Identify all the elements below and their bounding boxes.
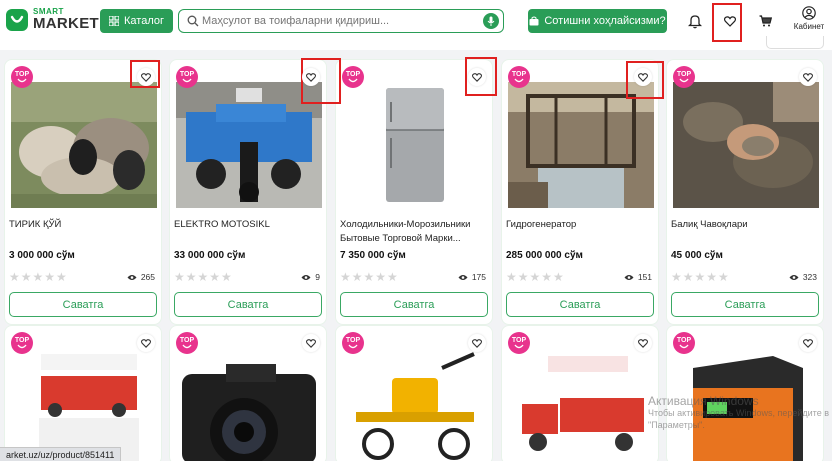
rating-stars: ★★★★★ [174, 270, 233, 284]
product-price: 285 000 000 сўм [506, 250, 583, 261]
add-to-cart-button[interactable]: Саватга [506, 292, 654, 317]
view-count: 323 [789, 272, 817, 282]
product-title[interactable]: Гидрогенератор [506, 218, 656, 232]
product-card[interactable]: TOP [169, 325, 327, 461]
product-price: 7 350 000 сўм [340, 250, 406, 261]
add-to-cart-button[interactable]: Саватга [174, 292, 322, 317]
site-logo[interactable]: SMART MARKET [6, 8, 99, 31]
add-to-cart-button[interactable]: Саватга [9, 292, 157, 317]
product-image[interactable] [508, 82, 654, 208]
product-title[interactable]: Холодильники-Морозильники Бытовые Торгов… [340, 218, 490, 246]
product-image[interactable] [342, 348, 488, 461]
favorite-heart-icon[interactable] [634, 68, 652, 86]
bag-icon [529, 16, 539, 26]
product-image[interactable] [176, 348, 322, 461]
product-price: 33 000 000 сўм [174, 250, 246, 261]
product-card[interactable]: TOP [501, 325, 659, 461]
favorite-heart-icon[interactable] [799, 68, 817, 86]
product-card[interactable]: TOP ТИРИК ҚЎЙ 3 000 000 сўм ★★★★★ 265 Са… [4, 59, 162, 325]
catalog-label: Каталог [124, 15, 164, 27]
search-icon [187, 15, 199, 27]
top-header: SMART MARKET Каталог Сотишни хоҳлайсизми… [0, 0, 832, 42]
cart-icon [759, 15, 772, 27]
add-to-cart-button[interactable]: Саватга [671, 292, 819, 317]
product-card[interactable]: TOP Холодильники-Морозильники Бытовые То… [335, 59, 493, 325]
product-card[interactable]: TOP [666, 325, 824, 461]
favorite-heart-icon[interactable] [468, 334, 486, 352]
favorite-heart-icon[interactable] [137, 334, 155, 352]
view-count: 265 [127, 272, 155, 282]
product-price: 3 000 000 сўм [9, 250, 75, 261]
logo-text-big: MARKET [33, 15, 99, 32]
browser-status-url: arket.uz/uz/product/851411 [0, 447, 122, 461]
rating-stars: ★★★★★ [671, 270, 730, 284]
top-badge: TOP [508, 66, 530, 88]
microphone-icon[interactable] [483, 13, 499, 29]
cabinet-button[interactable]: Кабинет [791, 6, 827, 31]
logo-smile-icon [6, 8, 28, 31]
product-image[interactable] [508, 348, 654, 461]
search-bar [178, 9, 504, 33]
product-image[interactable] [673, 82, 819, 208]
windows-activation-watermark: Активация Windows Чтобы активировать Win… [648, 394, 829, 430]
highlight-header-heart [712, 3, 742, 42]
product-title[interactable]: Балиқ Чавоқлари [671, 218, 821, 232]
product-image[interactable] [11, 348, 157, 461]
sell-button[interactable]: Сотишни хоҳлайсизми? [528, 9, 667, 33]
product-image[interactable] [342, 82, 488, 208]
bell-icon [688, 14, 702, 28]
product-image[interactable] [11, 82, 157, 208]
eye-icon [789, 274, 799, 280]
eye-icon [301, 274, 311, 280]
user-icon [802, 6, 816, 20]
eye-icon [624, 274, 634, 280]
sell-label: Сотишни хоҳлайсизми? [544, 15, 666, 27]
catalog-button[interactable]: Каталог [100, 9, 173, 33]
eye-icon [458, 274, 468, 280]
favorite-heart-icon[interactable] [799, 334, 817, 352]
eye-icon [127, 274, 137, 280]
section-heading-fragment [0, 42, 832, 50]
favorite-heart-icon[interactable] [634, 334, 652, 352]
add-to-cart-button[interactable]: Саватга [340, 292, 488, 317]
favorite-heart-icon[interactable] [302, 334, 320, 352]
rating-stars: ★★★★★ [506, 270, 565, 284]
top-badge: TOP [11, 332, 33, 354]
grid-icon [109, 16, 119, 26]
product-title[interactable]: ТИРИК ҚЎЙ [9, 218, 159, 232]
top-badge: TOP [508, 332, 530, 354]
top-badge: TOP [342, 332, 364, 354]
cabinet-label: Кабинет [793, 22, 825, 31]
top-badge: TOP [176, 332, 198, 354]
rating-stars: ★★★★★ [340, 270, 399, 284]
view-all-button[interactable] [766, 36, 824, 49]
top-badge: TOP [673, 66, 695, 88]
top-badge: TOP [176, 66, 198, 88]
product-card[interactable]: TOP Балиқ Чавоқлари 45 000 сўм ★★★★★ 323… [666, 59, 824, 325]
cart-button[interactable] [753, 9, 777, 33]
rating-stars: ★★★★★ [9, 270, 68, 284]
product-title[interactable]: ELEKTRO MOTOSIKL [174, 218, 324, 232]
view-count: 175 [458, 272, 486, 282]
view-count: 9 [301, 272, 320, 282]
product-card[interactable]: TOP [4, 325, 162, 461]
top-badge: TOP [673, 332, 695, 354]
favorite-heart-icon[interactable] [468, 68, 486, 86]
notifications-button[interactable] [683, 9, 707, 33]
search-input[interactable] [199, 10, 483, 32]
top-badge: TOP [342, 66, 364, 88]
favorite-heart-icon[interactable] [137, 68, 155, 86]
top-badge: TOP [11, 66, 33, 88]
favorite-heart-icon[interactable] [302, 68, 320, 86]
view-count: 151 [624, 272, 652, 282]
product-card[interactable]: TOP [335, 325, 493, 461]
product-price: 45 000 сўм [671, 250, 723, 261]
